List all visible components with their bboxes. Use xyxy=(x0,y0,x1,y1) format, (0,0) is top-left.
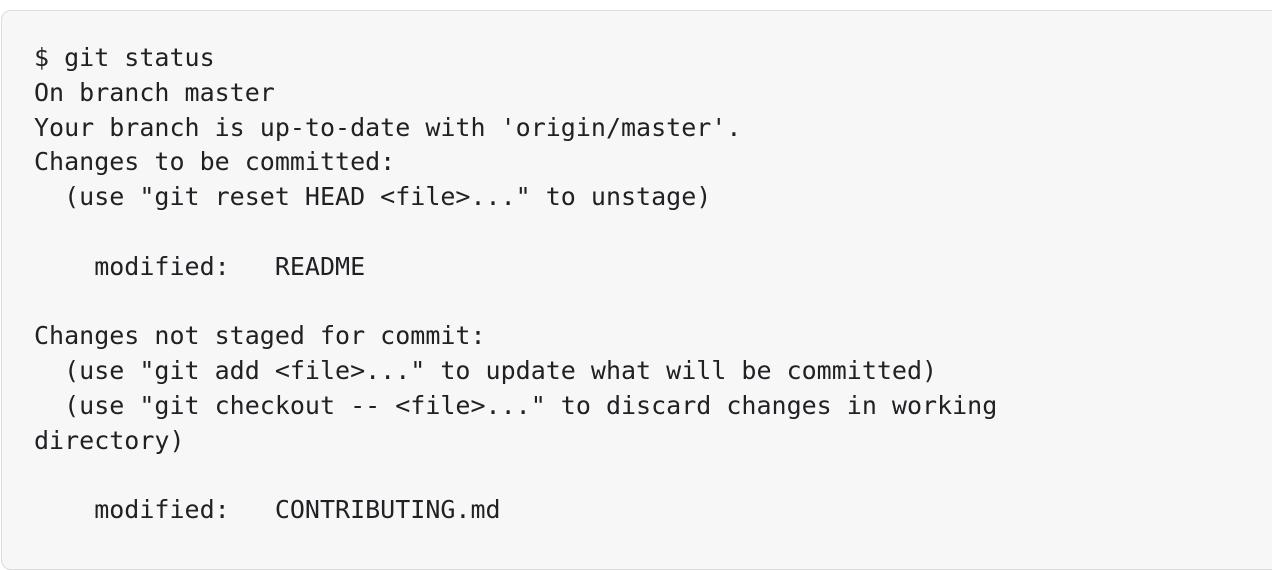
output-line: (use "git add <file>..." to update what … xyxy=(34,356,938,386)
output-line: directory) xyxy=(34,425,185,455)
output-line: modified: CONTRIBUTING.md xyxy=(34,495,501,525)
code-block: $ git status On branch master Your branc… xyxy=(1,10,1272,570)
output-line: modified: README xyxy=(34,251,366,281)
command-line: $ git status xyxy=(34,43,215,72)
terminal-output: $ git status On branch master Your branc… xyxy=(34,41,997,528)
output-line: (use "git checkout -- <file>..." to disc… xyxy=(34,390,998,420)
output-line: Changes to be committed: xyxy=(34,147,396,177)
output-line: (use "git reset HEAD <file>..." to unsta… xyxy=(34,182,712,212)
output-line: Changes not staged for commit: xyxy=(34,321,486,351)
output-line: Your branch is up-to-date with 'origin/m… xyxy=(34,112,742,142)
output-line: On branch master xyxy=(34,77,275,107)
